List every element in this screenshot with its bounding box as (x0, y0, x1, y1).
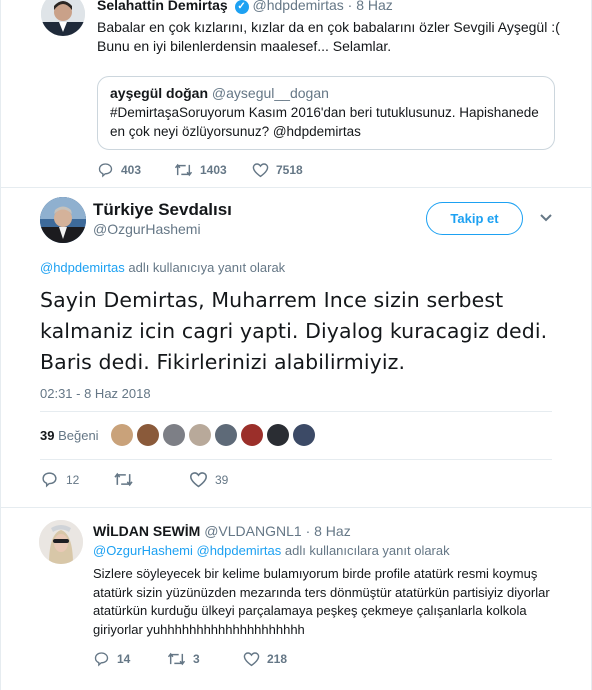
reply-icon (42, 472, 57, 488)
like-count: 218 (267, 652, 288, 666)
liker-avatar[interactable] (214, 424, 237, 446)
divider (40, 459, 552, 460)
retweet-button[interactable]: 3 (167, 651, 243, 667)
liker-avatar[interactable] (188, 424, 211, 446)
quoted-author-handle: @aysegul__dogan (211, 85, 329, 101)
reply-to-link[interactable]: @hdpdemirtas (40, 260, 125, 275)
reply-count: 12 (66, 472, 80, 487)
retweet-icon (167, 652, 186, 666)
avatar[interactable] (40, 197, 86, 243)
likes-label: Beğeni (54, 427, 99, 443)
like-count: 7518 (276, 163, 303, 177)
reply-context: @OzgurHashemi @hdpdemirtas adlı kullanıc… (93, 543, 450, 558)
reply-context: @hdpdemirtas adlı kullanıcıya yanıt olar… (40, 260, 285, 275)
liker-avatar[interactable] (162, 424, 185, 446)
divider (1, 507, 592, 508)
liker-avatar[interactable] (266, 424, 289, 446)
tweet-timestamp[interactable]: 02:31 - 8 Haz 2018 (40, 386, 151, 401)
heart-icon (252, 163, 269, 178)
like-count: 39 (215, 472, 229, 487)
reply-icon (98, 163, 113, 178)
divider (1, 187, 592, 188)
tweet-actions: 403 1403 7518 (97, 162, 303, 178)
retweet-count: 1403 (200, 163, 227, 177)
heart-icon (189, 472, 208, 488)
like-button[interactable]: 218 (243, 651, 287, 667)
tweet-actions: 12 39 (40, 471, 228, 488)
retweet-icon (174, 163, 193, 177)
reply-count: 403 (121, 163, 142, 177)
tweet-text: Babalar en çok kızlarını, kızlar da en ç… (97, 19, 560, 54)
follow-button[interactable]: Takip et (426, 202, 523, 235)
likes-row: 39 Beğeni (40, 413, 552, 457)
tweet-author-line: Selahattin Demirtaş ✓ @hdpdemirtas · 8 H… (97, 0, 393, 14)
author-handle[interactable]: @OzgurHashemi (93, 221, 201, 237)
retweet-button[interactable]: 1403 (174, 162, 252, 178)
likes-number: 39 (40, 427, 55, 443)
quoted-tweet-text: #DemirtaşaSoruyorum Kasım 2016'dan beri … (110, 105, 539, 139)
tweet-date[interactable]: · 8 Haz (348, 0, 393, 13)
retweet-icon (114, 472, 133, 487)
reply-context-text: adlı kullanıcılara yanıt olarak (281, 543, 450, 558)
retweet-button[interactable] (113, 471, 189, 488)
quoted-author-name: ayşegül doğan (110, 85, 209, 101)
chevron-down-icon[interactable] (539, 210, 553, 228)
avatar[interactable] (41, 0, 85, 36)
divider (40, 411, 552, 412)
liker-avatar[interactable] (110, 424, 133, 446)
author-name[interactable]: WİLDAN SEWİM (93, 523, 200, 539)
liker-avatar[interactable] (136, 424, 159, 446)
author-handle[interactable]: @hdpdemirtas (253, 0, 344, 13)
liker-avatar[interactable] (292, 424, 315, 446)
tweet-author-line: WİLDAN SEWİM @VLDANGNL1 · 8 Haz (93, 523, 351, 539)
reply-button[interactable]: 14 (93, 651, 167, 667)
reply-button[interactable]: 12 (40, 471, 113, 488)
reply-icon (94, 652, 109, 667)
reply-to-link[interactable]: @OzgurHashemi @hdpdemirtas (93, 543, 281, 558)
quoted-tweet[interactable]: ayşegül doğan @aysegul__dogan #Demirtaşa… (97, 76, 555, 150)
avatar[interactable] (39, 520, 83, 564)
retweet-count: 3 (193, 652, 200, 666)
heart-icon (243, 652, 260, 667)
tweet-date[interactable]: · 8 Haz (306, 523, 351, 539)
liker-avatar[interactable] (240, 424, 263, 446)
quoted-author-line: ayşegül doğan @aysegul__dogan (110, 85, 542, 101)
tweet-text: Sayin Demirtas, Muharrem Ince sizin serb… (40, 288, 548, 374)
tweet-actions: 14 3 218 (93, 651, 287, 667)
author-name[interactable]: Türkiye Sevdalısı (93, 200, 232, 220)
reply-button[interactable]: 403 (97, 162, 174, 178)
tweet-thread: Selahattin Demirtaş ✓ @hdpdemirtas · 8 H… (0, 0, 592, 690)
author-handle[interactable]: @VLDANGNL1 (204, 523, 301, 539)
verified-badge-icon: ✓ (234, 0, 249, 14)
like-button[interactable]: 39 (189, 471, 228, 488)
reply-count: 14 (117, 652, 131, 666)
like-button[interactable]: 7518 (252, 162, 303, 178)
author-name[interactable]: Selahattin Demirtaş (97, 0, 228, 13)
tweet-text: Sizlere söyleyecek bir kelime bulamıyoru… (93, 566, 550, 637)
reply-context-text: adlı kullanıcıya yanıt olarak (124, 260, 286, 275)
likes-summary[interactable]: 39 Beğeni (40, 428, 99, 443)
